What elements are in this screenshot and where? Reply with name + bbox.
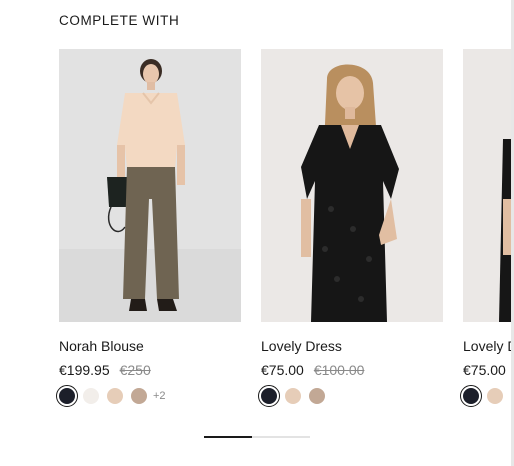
- color-swatch-navy[interactable]: [56, 385, 78, 407]
- carousel-progress-fill: [204, 436, 252, 438]
- product-image[interactable]: [59, 49, 241, 322]
- product-carousel: COMPLETE WITH Norah Blouse €199.95 €250 …: [0, 0, 511, 466]
- product-image[interactable]: [261, 49, 443, 322]
- more-colors-count[interactable]: +2: [153, 390, 166, 402]
- original-price: €100.00: [313, 362, 365, 378]
- product-image[interactable]: [463, 49, 511, 322]
- sale-price: €75.00: [261, 362, 304, 378]
- product-card[interactable]: Lovely Dress €75.00: [460, 49, 511, 407]
- color-swatch-taupe[interactable]: [131, 388, 147, 404]
- color-swatch-taupe[interactable]: [309, 388, 325, 404]
- sale-price: €75.00: [463, 362, 506, 378]
- carousel-progress[interactable]: [204, 436, 310, 438]
- sale-price: €199.95: [59, 362, 110, 378]
- product-card[interactable]: Norah Blouse €199.95 €250 +2: [56, 49, 241, 407]
- color-swatch-beige[interactable]: [107, 388, 123, 404]
- price-row: €199.95 €250: [59, 362, 241, 378]
- product-name[interactable]: Norah Blouse: [59, 338, 241, 354]
- color-swatch-beige[interactable]: [285, 388, 301, 404]
- price-row: €75.00 €100.00: [261, 362, 443, 378]
- section-title: COMPLETE WITH: [59, 13, 180, 28]
- product-card[interactable]: Lovely Dress €75.00 €100.00: [258, 49, 443, 407]
- color-swatch-white[interactable]: [83, 388, 99, 404]
- color-swatch-navy[interactable]: [258, 385, 280, 407]
- product-name[interactable]: Lovely Dress: [463, 338, 511, 354]
- color-swatches: [460, 385, 511, 407]
- product-name[interactable]: Lovely Dress: [261, 338, 443, 354]
- color-swatches: +2: [56, 385, 241, 407]
- price-row: €75.00: [463, 362, 511, 378]
- color-swatches: [258, 385, 443, 407]
- color-swatch-beige[interactable]: [487, 388, 503, 404]
- color-swatch-navy[interactable]: [460, 385, 482, 407]
- original-price: €250: [119, 362, 151, 378]
